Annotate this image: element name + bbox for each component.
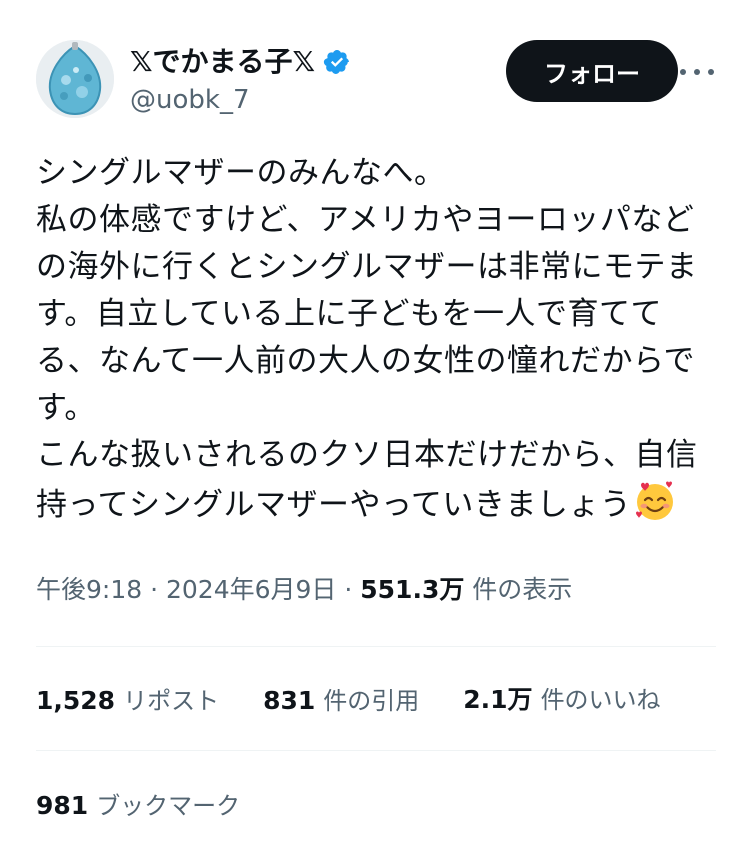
tweet-line: の海外に行くとシングルマザーは非常にモテま [36, 249, 698, 285]
views-label: 件の表示 [464, 575, 573, 604]
follow-button[interactable]: フォロー [506, 40, 678, 102]
meta-separator: · [336, 575, 361, 604]
tweet-line-last: 持ってシングルマザーやっていきましょう [36, 479, 716, 526]
tweet-date[interactable]: 2024年6月9日 [166, 575, 336, 604]
bookmarks-stat[interactable]: 981 ブックマーク [36, 786, 240, 822]
reposts-count: 1,528 [36, 685, 116, 715]
verified-badge-icon [323, 48, 351, 76]
divider [36, 750, 716, 751]
display-name[interactable]: 𝕏でかまる子𝕏 [130, 42, 315, 82]
reposts-stat[interactable]: 1,528 リポスト [36, 681, 219, 716]
avatar-image [36, 40, 114, 118]
smiling-face-with-hearts-icon [633, 479, 677, 523]
tweet-line: す。 [36, 390, 96, 426]
likes-label: 件のいいね [540, 686, 661, 714]
likes-stat[interactable]: 2.1万 件のいいね [463, 680, 660, 716]
display-name-row: 𝕏でかまる子𝕏 [130, 42, 351, 82]
likes-count: 2.1万 [463, 685, 533, 714]
more-horizontal-icon[interactable] [680, 58, 714, 86]
bookmarks-label: ブックマーク [96, 792, 241, 820]
tweet-header: 𝕏でかまる子𝕏 @uobk_7 フォロー [0, 0, 747, 130]
avatar[interactable] [36, 40, 114, 118]
reposts-label: リポスト [123, 686, 220, 715]
tweet-meta: 午後9:18 · 2024年6月9日 · 551.3万 件の表示 [36, 572, 572, 608]
tweet-stats: 1,528 リポスト 831 件の引用 2.1万 件のいいね [36, 680, 705, 716]
bookmarks-count: 981 [36, 791, 89, 820]
tweet-text: シングルマザーのみんなへ。 私の体感ですけど、アメリカやヨーロッパなど の海外に… [36, 150, 716, 526]
tweet-line: シングルマザーのみんなへ。 [36, 155, 446, 191]
tweet-line: こんな扱いされるのクソ日本だけだから、自信 [36, 437, 698, 473]
tweet-line: す。自立している上に子どもを一人で育てて [36, 296, 662, 332]
quotes-count: 831 [263, 685, 316, 715]
tweet-line: 私の体感ですけど、アメリカやヨーロッパなど [36, 202, 695, 238]
divider [36, 646, 716, 647]
meta-separator: · [142, 575, 166, 604]
tweet-time[interactable]: 午後9:18 [36, 575, 142, 604]
tweet-line: る、なんて一人前の大人の女性の憧れだからで [36, 343, 696, 379]
user-handle[interactable]: @uobk_7 [130, 82, 250, 118]
quotes-label: 件の引用 [323, 686, 420, 715]
views-count: 551.3万 [360, 575, 465, 604]
quotes-stat[interactable]: 831 件の引用 [263, 681, 419, 716]
tweet-line-text: 持ってシングルマザーやっていきましょう [36, 487, 632, 523]
